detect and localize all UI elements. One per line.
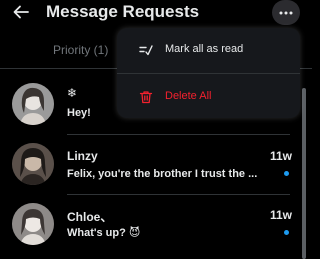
menu-item-label: Delete All [165, 90, 212, 102]
tab-priority[interactable]: Priority (1) [53, 43, 108, 57]
back-arrow-icon[interactable] [12, 3, 30, 21]
conversation-row[interactable]: Linzy Felix, you're the brother I trust … [0, 135, 312, 197]
row-divider [67, 194, 290, 195]
header: Message Requests [0, 0, 312, 26]
message-preview: Hey! [67, 107, 91, 119]
unread-indicator [284, 230, 289, 235]
sender-name: Chloe、 [67, 210, 113, 224]
options-menu: Mark all as read Delete All [117, 28, 300, 118]
avatar [12, 203, 54, 245]
conversation-row[interactable]: Chloe、 What's up? 😈 11w [0, 196, 312, 258]
sender-name: ❄ [67, 86, 78, 100]
more-options-button[interactable] [272, 0, 300, 25]
unread-indicator [284, 171, 289, 176]
more-horizontal-icon [279, 11, 293, 15]
menu-divider [117, 73, 300, 74]
mark-read-icon [139, 43, 153, 57]
delete-all-menu-item[interactable]: Delete All [117, 77, 300, 117]
avatar [12, 83, 54, 125]
trash-icon [139, 90, 153, 104]
menu-item-label: Mark all as read [165, 43, 244, 55]
timestamp: 11w [270, 208, 293, 222]
page-title: Message Requests [46, 2, 200, 21]
scrollbar[interactable] [302, 88, 306, 259]
mark-all-read-menu-item[interactable]: Mark all as read [117, 30, 300, 70]
sender-name: Linzy [67, 149, 98, 163]
message-preview: Felix, you're the brother I trust the ..… [67, 168, 258, 180]
message-preview: What's up? 😈 [67, 227, 141, 239]
timestamp: 11w [270, 149, 293, 163]
avatar [12, 143, 54, 185]
